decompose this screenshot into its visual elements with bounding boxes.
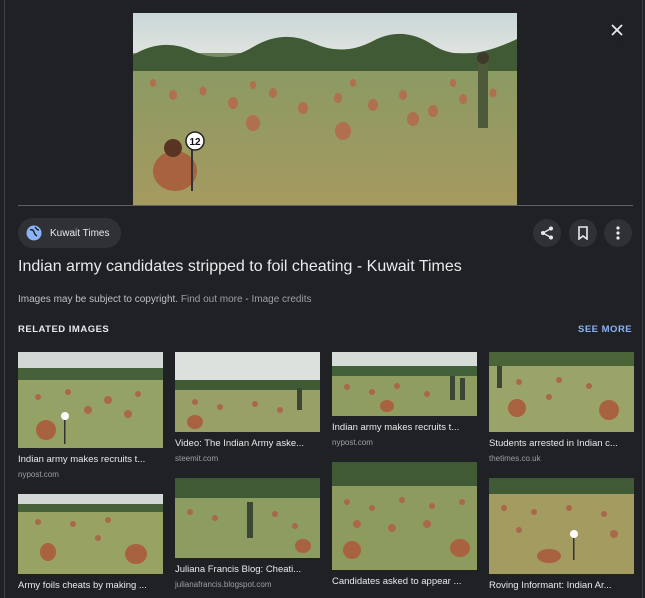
related-image-source: thetimes.co.uk (489, 454, 541, 463)
share-icon (541, 226, 553, 240)
more-options-button[interactable] (604, 219, 632, 247)
related-images-heading: RELATED IMAGES (18, 324, 110, 335)
related-image-title: Indian army makes recruits t... (332, 422, 460, 433)
related-image-thumbnail (175, 478, 320, 558)
share-button[interactable] (533, 219, 561, 247)
see-more-link[interactable]: SEE MORE (578, 324, 632, 335)
related-image-card[interactable]: Roving Informant: Indian Ar... (489, 478, 634, 596)
related-image-card[interactable]: Candidates asked to appear ... (332, 462, 477, 592)
close-button[interactable] (604, 17, 630, 43)
related-image-card[interactable]: Army foils cheats by making ... (18, 494, 163, 596)
copyright-notice: Images may be subject to copyright. Find… (18, 294, 312, 305)
separator: - (245, 294, 249, 305)
related-image-card[interactable]: Indian army makes recruits t... nypost.c… (18, 352, 163, 479)
divider (18, 205, 633, 206)
related-image-source: julianafrancis.blogspot.com (175, 580, 272, 589)
related-image-thumbnail (489, 352, 634, 432)
image-credits-link[interactable]: Image credits (251, 294, 311, 305)
source-chip[interactable]: Kuwait Times (18, 218, 122, 248)
related-image-title: Indian army makes recruits t... (18, 454, 146, 465)
save-button[interactable] (569, 219, 597, 247)
related-image-title: Candidates asked to appear ... (332, 576, 462, 587)
related-image-thumbnail (332, 462, 477, 570)
related-image-source: nypost.com (18, 470, 59, 479)
related-image-thumbnail (18, 352, 163, 448)
related-image-card[interactable]: Students arrested in Indian c... thetime… (489, 352, 634, 463)
related-image-thumbnail (332, 352, 477, 416)
hero-badge-number: 12 (189, 137, 201, 148)
close-icon (611, 24, 623, 36)
related-image-thumbnail (489, 478, 634, 574)
related-image-title: Juliana Francis Blog: Cheati... (175, 564, 302, 575)
related-image-title: Roving Informant: Indian Ar... (489, 580, 612, 591)
related-image-source: steemit.com (175, 454, 219, 463)
related-image-source: nypost.com (332, 438, 373, 447)
related-image-card[interactable]: Video: The Indian Army aske... steemit.c… (175, 352, 320, 463)
globe-icon (26, 225, 42, 241)
related-image-card[interactable]: Juliana Francis Blog: Cheati... julianaf… (175, 478, 320, 589)
related-image-thumbnail (175, 352, 320, 432)
related-image-title: Video: The Indian Army aske... (175, 438, 305, 449)
related-image-title: Students arrested in Indian c... (489, 438, 618, 449)
source-name: Kuwait Times (50, 227, 110, 239)
more-vert-icon (616, 226, 620, 240)
related-image-title: Army foils cheats by making ... (18, 580, 147, 591)
image-title[interactable]: Indian army candidates stripped to foil … (18, 258, 462, 276)
find-out-more-link[interactable]: Find out more (181, 294, 243, 305)
related-image-card[interactable]: Indian army makes recruits t... nypost.c… (332, 352, 477, 447)
copyright-text: Images may be subject to copyright. (18, 294, 179, 305)
bookmark-icon (578, 226, 588, 240)
main-image[interactable]: 12 (133, 13, 517, 205)
related-image-thumbnail (18, 494, 163, 574)
